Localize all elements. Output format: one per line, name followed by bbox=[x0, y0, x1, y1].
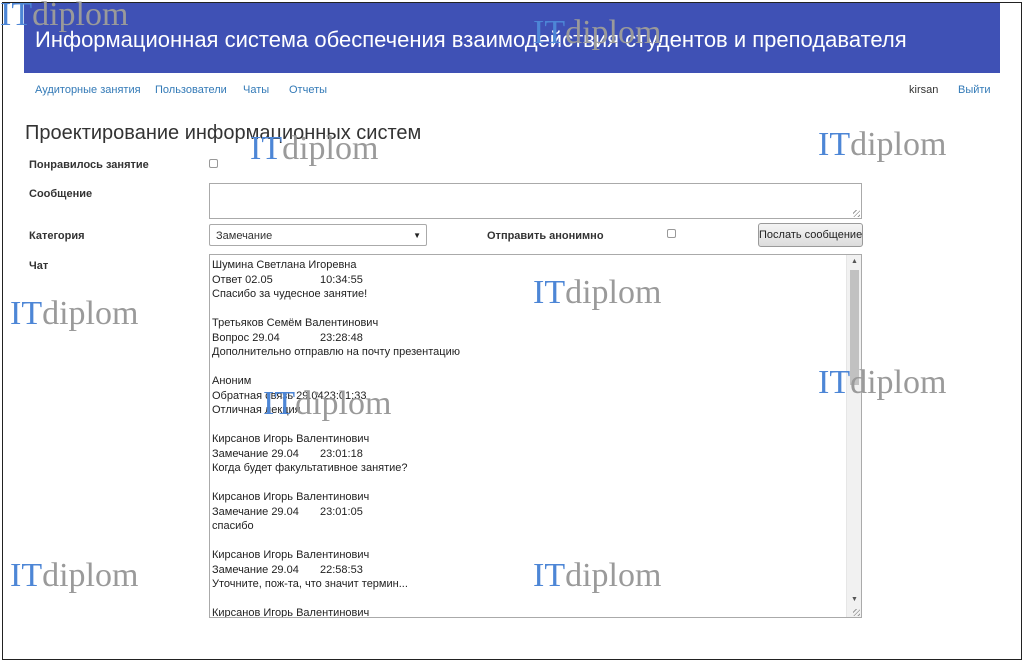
liked-label: Понравилось занятие bbox=[29, 159, 149, 171]
anonymous-checkbox[interactable] bbox=[667, 229, 676, 238]
message-text: Отличная лекция bbox=[212, 404, 301, 416]
app-header: Информационная система обеспечения взаим… bbox=[24, 3, 1000, 73]
message-author: Аноним bbox=[212, 375, 252, 387]
chat-message: Кирсанов Игорь Валентинович Замечание 29… bbox=[212, 490, 842, 534]
message-type-date: Вопрос 29.04 bbox=[212, 331, 280, 344]
chat-message: Кирсанов Игорь Валентинович bbox=[212, 606, 842, 618]
message-author: Кирсанов Игорь Валентинович bbox=[212, 433, 370, 445]
chat-scrollbar[interactable]: ▲ ▼ bbox=[846, 255, 861, 617]
message-type-date: Обратная связь 29.04 bbox=[212, 389, 324, 402]
message-time: 23:01:18 bbox=[320, 447, 363, 460]
chevron-down-icon: ▼ bbox=[413, 231, 421, 240]
liked-checkbox[interactable] bbox=[209, 159, 218, 168]
message-author: Третьяков Семём Валентинович bbox=[212, 317, 379, 329]
message-author: Шумина Светлана Игоревна bbox=[212, 259, 357, 271]
chat-messages: Шумина Светлана Игоревна Ответ 02.05 10:3… bbox=[212, 258, 842, 618]
message-text: Спасибо за чудесное занятие! bbox=[212, 288, 368, 300]
scroll-down-arrow-icon[interactable]: ▼ bbox=[847, 593, 861, 607]
message-author: Кирсанов Игорь Валентинович bbox=[212, 607, 370, 618]
nav-item-users[interactable]: Пользователи bbox=[155, 84, 227, 96]
message-textarea[interactable] bbox=[209, 183, 862, 219]
message-text: Дополнительно отправлю на почту презента… bbox=[212, 346, 460, 358]
message-text: Уточните, пож-та, что значит термин... bbox=[212, 578, 408, 590]
chat-box[interactable]: Шумина Светлана Игоревна Ответ 02.05 10:3… bbox=[209, 254, 862, 618]
chat-message: Кирсанов Игорь Валентинович Замечание 29… bbox=[212, 548, 842, 592]
message-author: Кирсанов Игорь Валентинович bbox=[212, 491, 370, 503]
chat-message: Третьяков Семём Валентинович Вопрос 29.0… bbox=[212, 316, 842, 360]
app-title: Информационная система обеспечения взаим… bbox=[35, 27, 907, 52]
page-title: Проектирование информационных систем bbox=[25, 122, 422, 144]
current-user: kirsan bbox=[909, 84, 939, 96]
message-time: 22:58:53 bbox=[320, 563, 363, 576]
message-author: Кирсанов Игорь Валентинович bbox=[212, 549, 370, 561]
category-label: Категория bbox=[29, 230, 85, 242]
resize-handle-icon[interactable] bbox=[853, 609, 860, 616]
scroll-up-arrow-icon[interactable]: ▲ bbox=[847, 255, 861, 269]
anonymous-label: Отправить анонимно bbox=[487, 230, 604, 242]
chat-label: Чат bbox=[29, 260, 49, 272]
message-text: Когда будет факультативное занятие? bbox=[212, 462, 408, 474]
chat-message: Аноним Обратная связь 29.0423:01:33 Отли… bbox=[212, 374, 842, 418]
chat-message: Шумина Светлана Игоревна Ответ 02.05 10:3… bbox=[212, 258, 842, 302]
send-message-button[interactable]: Послать сообщение bbox=[758, 223, 863, 247]
message-type-date: Ответ 02.05 bbox=[212, 273, 273, 286]
message-time: 10:34:55 bbox=[320, 273, 363, 286]
message-time: 23:28:48 bbox=[320, 331, 363, 344]
category-selected-value: Замечание bbox=[216, 230, 273, 242]
message-text: спасибо bbox=[212, 520, 254, 532]
category-select[interactable]: Замечание ▼ bbox=[209, 224, 427, 246]
message-label: Сообщение bbox=[29, 188, 93, 200]
chat-message: Кирсанов Игорь Валентинович Замечание 29… bbox=[212, 432, 842, 476]
message-time: 23:01:05 bbox=[320, 505, 363, 518]
nav-item-classes[interactable]: Аудиторные занятия bbox=[35, 84, 141, 96]
message-time: 23:01:33 bbox=[323, 389, 367, 402]
nav-item-reports[interactable]: Отчеты bbox=[289, 84, 327, 96]
nav-item-chats[interactable]: Чаты bbox=[243, 84, 269, 96]
message-type-date: Замечание 29.04 bbox=[212, 563, 299, 576]
message-type-date: Замечание 29.04 bbox=[212, 505, 299, 518]
logout-link[interactable]: Выйти bbox=[958, 84, 991, 96]
resize-handle-icon[interactable] bbox=[853, 210, 860, 217]
scroll-thumb[interactable] bbox=[850, 270, 859, 385]
message-type-date: Замечание 29.04 bbox=[212, 447, 299, 460]
